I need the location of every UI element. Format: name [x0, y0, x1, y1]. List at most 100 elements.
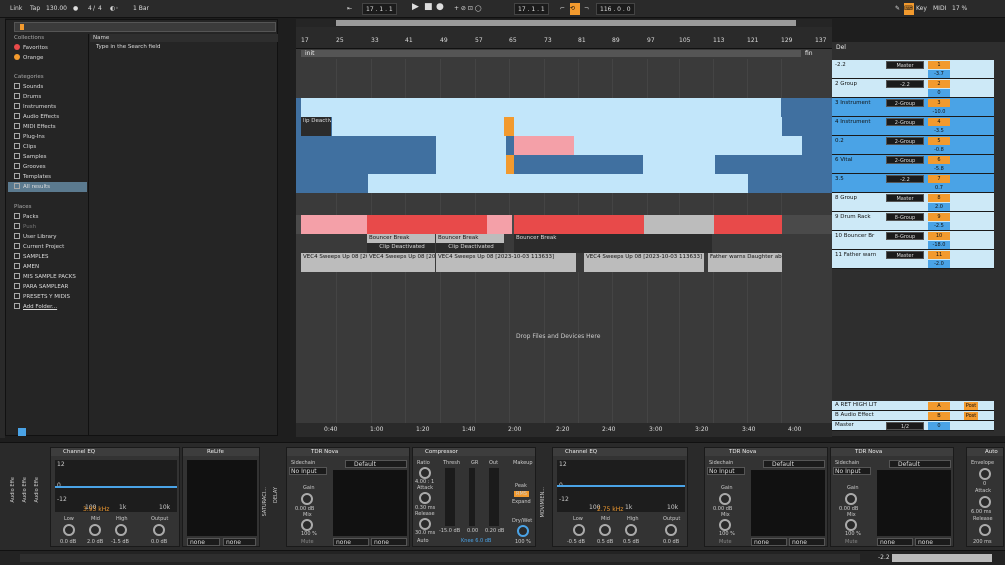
clip[interactable]	[514, 117, 782, 136]
place-amen[interactable]: AMEN	[14, 262, 39, 272]
clip[interactable]	[367, 215, 487, 234]
category-midi-effects[interactable]: MIDI Effects	[14, 122, 56, 132]
record-button[interactable]: ●	[436, 1, 444, 13]
clip[interactable]	[332, 117, 504, 136]
key-map-button[interactable]: Key	[916, 3, 927, 15]
tempo-field[interactable]: 130.00	[46, 3, 67, 15]
collection-favoritos[interactable]: Favoritos	[14, 43, 48, 53]
preset-select[interactable]: Default	[763, 460, 825, 468]
delete-button[interactable]: Del	[836, 44, 846, 51]
overview-strip[interactable]	[296, 19, 832, 27]
clip[interactable]	[574, 136, 802, 155]
clip[interactable]	[301, 215, 367, 234]
locator-fin[interactable]: fin	[805, 50, 813, 57]
track-header-8[interactable]: 8 Group Master 8 2.0	[832, 193, 994, 212]
low-knob[interactable]	[573, 524, 585, 536]
clip-sweeps[interactable]: VEC4 Sweeps Up 08 [2023-10-03 113633]	[436, 253, 576, 272]
mix-knob[interactable]	[719, 519, 731, 531]
high-knob[interactable]	[625, 524, 637, 536]
collection-orange[interactable]: Orange	[14, 53, 43, 63]
time-ruler[interactable]: 0:40 1:00 1:20 1:40 2:00 2:20 2:40 3:00 …	[296, 423, 832, 437]
preset-select[interactable]: Default	[889, 460, 951, 468]
category-drums[interactable]: Drums	[14, 92, 41, 102]
eq-display[interactable]: 12 0 -12 100 1k 10k	[557, 460, 685, 512]
add-folder-link[interactable]: Add Folder...	[14, 302, 57, 312]
category-all-results[interactable]: All results	[8, 182, 87, 192]
tap-button[interactable]: Tap	[30, 3, 40, 15]
clip-sweeps[interactable]: VEC4 Sweeps Up 08 [2023-	[301, 253, 367, 272]
track-lane-6[interactable]	[296, 155, 832, 174]
track-lane-7[interactable]	[296, 174, 832, 193]
name-column-header[interactable]: Name	[90, 34, 278, 42]
device-channel-eq-1[interactable]: Channel EQ 12 0 -12 100 1k 10k 3.93 kHz …	[50, 447, 180, 547]
track-lane-9[interactable]	[296, 215, 832, 234]
overdub-icon[interactable]: + ⊘ ⊡ ◯	[454, 3, 482, 15]
track-lane-5[interactable]	[296, 136, 832, 155]
category-clips[interactable]: Clips	[14, 142, 36, 152]
beat-ruler[interactable]: 17 25 33 41 49 57 65 73 81 89 97 105 113…	[296, 27, 832, 49]
place-packs[interactable]: Packs	[14, 212, 39, 222]
ratio-knob[interactable]	[419, 467, 431, 479]
preview-toggle-icon[interactable]	[18, 428, 26, 436]
track-header-7[interactable]: 3.5 -2.2 7 0.7	[832, 174, 994, 193]
category-instruments[interactable]: Instruments	[14, 102, 56, 112]
track-lane-4[interactable]: lip Deactivate	[296, 117, 832, 136]
mid-knob[interactable]	[89, 524, 101, 536]
category-sounds[interactable]: Sounds	[14, 82, 43, 92]
device-tdr-nova-1[interactable]: TDR Nova Sidechain No Input Gain 0.00 dB…	[286, 447, 410, 547]
threshold-meter[interactable]	[445, 468, 455, 526]
track-selector-strip[interactable]	[892, 554, 992, 562]
clip[interactable]	[301, 98, 781, 117]
envelope-knob[interactable]	[979, 468, 991, 480]
meter-denominator[interactable]: 4	[98, 3, 102, 15]
clip-deactivated[interactable]: lip Deactivate	[301, 117, 331, 136]
place-presets-y-midis[interactable]: PRESETS Y MIDIS	[14, 292, 70, 302]
locator-init[interactable]: init	[305, 50, 315, 57]
gain-knob[interactable]	[301, 493, 313, 505]
locator-bar[interactable]: init fin	[301, 50, 813, 57]
sidechain-select[interactable]: No Input	[833, 467, 871, 475]
gain-knob[interactable]	[719, 493, 731, 505]
search-input[interactable]	[14, 22, 276, 32]
clip[interactable]	[714, 215, 782, 234]
clip-sweeps[interactable]: VEC4 Sweeps Up 08 [2023-	[367, 253, 435, 272]
master-header[interactable]: Master 1/2 0	[832, 421, 994, 431]
track-header-9[interactable]: 9 Drum Rack 8-Group 9 -2.5	[832, 212, 994, 231]
clip-orange[interactable]	[506, 155, 514, 174]
track-header-5[interactable]: 0.2 2-Group 5 -0.8	[832, 136, 994, 155]
clip[interactable]	[514, 136, 574, 155]
track-header-10[interactable]: 10 Bouncer Br 8-Group 10 -18.0	[832, 231, 994, 250]
device-channel-eq-2[interactable]: Channel EQ 12 0 -12 100 1k 10k 2.75 kHz …	[552, 447, 688, 547]
track-header-6[interactable]: 6 Vital 2-Group 6 -5.8	[832, 155, 994, 174]
release-knob[interactable]	[419, 518, 431, 530]
low-knob[interactable]	[63, 524, 75, 536]
loop-toggle-icon[interactable]: ⟲	[570, 3, 580, 15]
gain-knob[interactable]	[845, 493, 857, 505]
eq-display[interactable]: 12 0 -12 100 1k 10k	[55, 460, 177, 512]
mid-knob[interactable]	[599, 524, 611, 536]
drop-zone-hint[interactable]: Drop Files and Devices Here	[516, 333, 600, 340]
play-button[interactable]: ▶	[412, 1, 419, 13]
clip[interactable]	[644, 215, 714, 234]
device-tdr-nova-2[interactable]: TDR Nova Sidechain No Input Gain 0.00 dB…	[704, 447, 828, 547]
high-knob[interactable]	[115, 524, 127, 536]
clip-father[interactable]: Father warns Daughter abou	[708, 253, 782, 272]
plugin-display[interactable]	[333, 470, 407, 536]
plugin-display[interactable]	[187, 460, 257, 536]
place-user-library[interactable]: User Library	[14, 232, 57, 242]
output-meter[interactable]	[489, 468, 499, 526]
overview-window[interactable]	[336, 20, 796, 26]
output-knob[interactable]	[153, 524, 165, 536]
attack-knob[interactable]	[419, 492, 431, 504]
track-header-4[interactable]: 4 Instrument 2-Group 4 -3.5	[832, 117, 994, 136]
preset-select[interactable]: none	[223, 538, 256, 546]
clip[interactable]	[487, 215, 512, 234]
category-templates[interactable]: Templates	[14, 172, 51, 182]
clip[interactable]	[436, 155, 506, 174]
clip[interactable]	[368, 174, 748, 193]
quantize-select[interactable]: 1 Bar	[133, 3, 149, 15]
preset-select[interactable]: none	[187, 538, 220, 546]
release-knob[interactable]	[979, 524, 991, 536]
computer-keyboard-icon[interactable]: ⌨	[904, 3, 914, 15]
track-header-1[interactable]: -2.2 Master 1 -3.7	[832, 60, 994, 79]
